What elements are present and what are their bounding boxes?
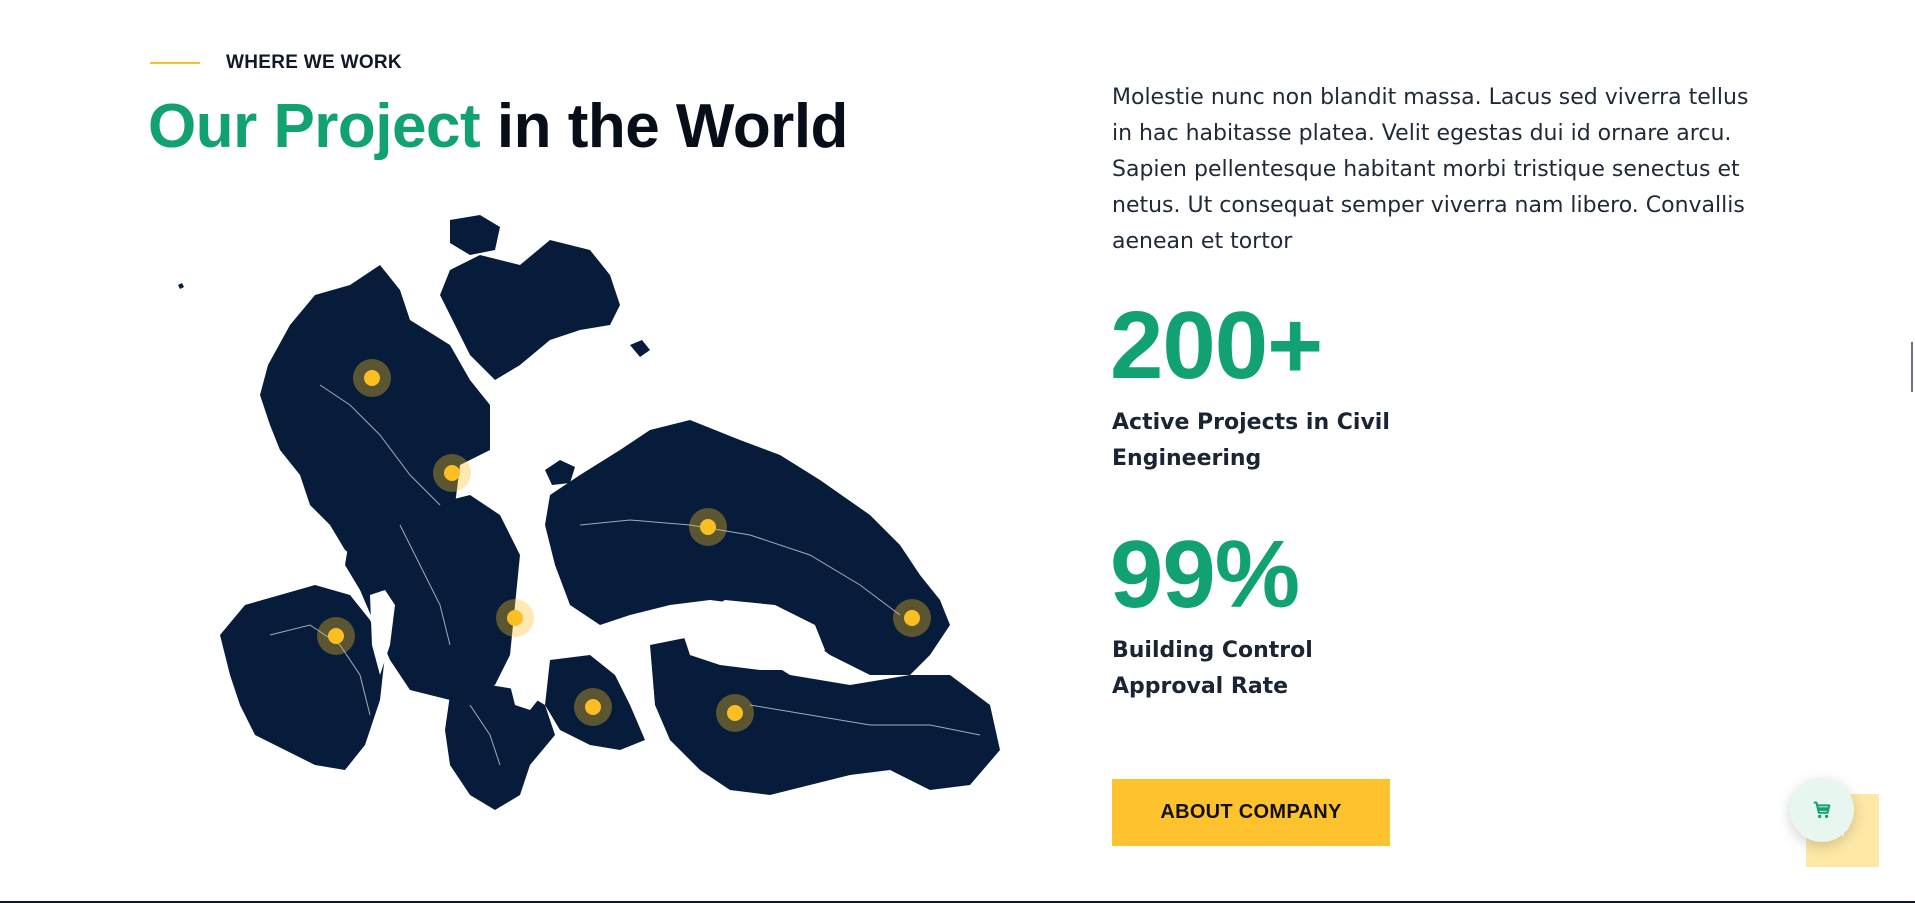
stat-value-approval: 99%: [1110, 521, 1300, 628]
map-marker: [496, 599, 534, 637]
map-region-southcentral: [445, 685, 555, 810]
eyebrow: WHERE WE WORK: [150, 52, 402, 74]
stat-label-projects: Active Projects in Civil Engineering: [1112, 410, 1390, 471]
map-marker: [689, 508, 727, 546]
map-marker: [574, 688, 612, 726]
title-highlight: Our Project: [148, 92, 481, 161]
map-marker: [317, 617, 355, 655]
map-region-island-1: [545, 460, 575, 485]
section-title: Our Project in the World: [148, 90, 848, 164]
world-map: [150, 205, 1040, 815]
title-rest: in the World: [480, 92, 849, 161]
map-svg: [178, 215, 1000, 810]
stat-label-approval: Building Control Approval Rate: [1112, 638, 1313, 699]
map-marker: [433, 454, 471, 492]
map-region-island-2: [630, 340, 650, 357]
section-description: Molestie nunc non blandit massa. Lacus s…: [1112, 85, 1749, 254]
about-company-button[interactable]: ABOUT COMPANY: [1112, 779, 1390, 846]
cart-button[interactable]: [1790, 778, 1854, 842]
cart-icon: [1813, 801, 1831, 819]
map-region-northisland: [440, 240, 620, 380]
map-marker: [353, 359, 391, 397]
scrollbar-thumb[interactable]: [1911, 342, 1913, 392]
stat-value-projects: 200+: [1110, 292, 1323, 399]
eyebrow-line: [150, 62, 200, 64]
map-marker: [893, 599, 931, 637]
eyebrow-text: WHERE WE WORK: [226, 52, 402, 73]
map-region-island-4: [178, 283, 184, 289]
map-region-smallisland-top: [450, 215, 500, 255]
map-marker: [716, 694, 754, 732]
